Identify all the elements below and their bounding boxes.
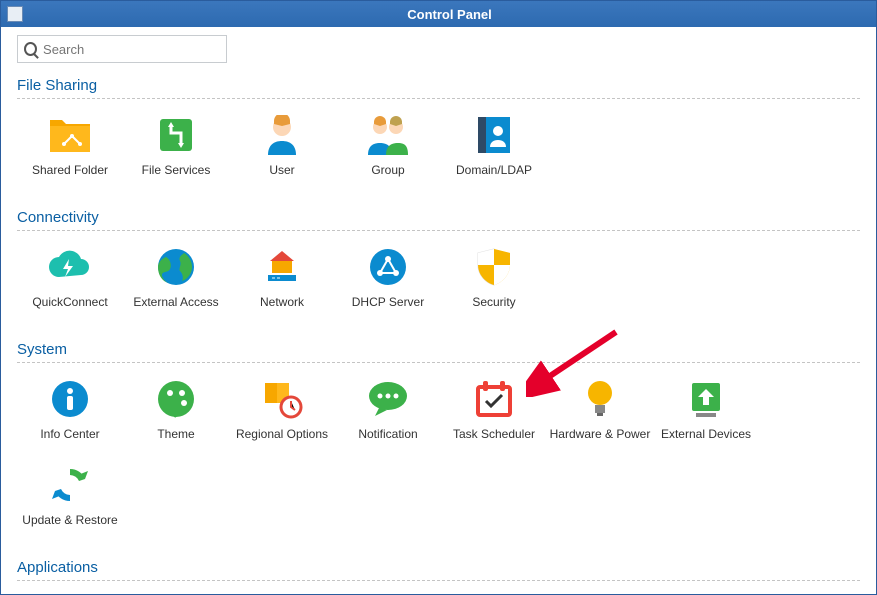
external-access-item[interactable]: External Access <box>123 241 229 327</box>
item-label: Network <box>260 295 304 325</box>
flag-clock-icon <box>258 375 306 423</box>
control-panel-window: Control Panel File Sharing Shared Folder… <box>0 0 877 595</box>
item-label: Update & Restore <box>22 513 117 543</box>
control-panel-icon <box>7 6 23 22</box>
info-center-item[interactable]: Info Center <box>17 373 123 459</box>
group-icon <box>364 111 412 159</box>
section-system-title: System <box>17 341 860 358</box>
terminal-snmp-item[interactable]: Terminal & SNMP <box>441 591 547 594</box>
search-icon <box>24 42 37 56</box>
item-label: Hardware & Power <box>550 427 651 457</box>
apps-lock-icon <box>46 593 94 594</box>
applications-grid: Privileges Application Portal Indexing S… <box>17 591 860 594</box>
shared-folder-item[interactable]: Shared Folder <box>17 109 123 195</box>
application-portal-item[interactable]: Application Portal <box>123 591 229 594</box>
item-label: File Services <box>142 163 211 193</box>
item-label: QuickConnect <box>32 295 107 325</box>
divider <box>17 362 860 363</box>
item-label: Task Scheduler <box>453 427 535 457</box>
window-title: Control Panel <box>29 7 870 22</box>
theme-item[interactable]: Theme <box>123 373 229 459</box>
palette-icon <box>152 375 200 423</box>
item-label: External Devices <box>661 427 751 457</box>
item-label: Group <box>371 163 404 193</box>
security-item[interactable]: Security <box>441 241 547 327</box>
item-label: User <box>269 163 294 193</box>
item-label: Regional Options <box>236 427 328 457</box>
task-scheduler-item[interactable]: Task Scheduler <box>441 373 547 459</box>
cloud-bolt-icon <box>46 243 94 291</box>
titlebar[interactable]: Control Panel <box>1 1 876 27</box>
divider <box>17 230 860 231</box>
globe-icon <box>152 243 200 291</box>
folder-sync-icon <box>364 593 412 594</box>
system-grid: Info Center Theme Regional Options Notif… <box>17 373 860 545</box>
item-label: Domain/LDAP <box>456 163 532 193</box>
network-item[interactable]: Network <box>229 241 335 327</box>
address-book-icon <box>470 111 518 159</box>
shield-icon <box>470 243 518 291</box>
sync-arrows-icon <box>46 461 94 509</box>
content-area: File Sharing Shared Folder File Services <box>1 27 876 594</box>
item-label: External Access <box>133 295 218 325</box>
dhcp-server-item[interactable]: DHCP Server <box>335 241 441 327</box>
domain-ldap-item[interactable]: Domain/LDAP <box>441 109 547 195</box>
quickconnect-item[interactable]: QuickConnect <box>17 241 123 327</box>
group-item[interactable]: Group <box>335 109 441 195</box>
search-box-icon <box>258 593 306 594</box>
privileges-item[interactable]: Privileges <box>17 591 123 594</box>
regional-options-item[interactable]: Regional Options <box>229 373 335 459</box>
section-applications-title: Applications <box>17 559 860 576</box>
shared-folder-sync-item[interactable]: Shared Folder Sync <box>335 591 441 594</box>
folder-share-icon <box>46 111 94 159</box>
file-services-item[interactable]: File Services <box>123 109 229 195</box>
speech-bubble-icon <box>364 375 412 423</box>
file-arrows-icon <box>152 111 200 159</box>
calendar-check-icon <box>470 375 518 423</box>
shortcut-icon <box>152 593 200 594</box>
info-icon <box>46 375 94 423</box>
user-icon <box>258 111 306 159</box>
item-label: Info Center <box>40 427 99 457</box>
lightbulb-icon <box>576 375 624 423</box>
indexing-service-item[interactable]: Indexing Service <box>229 591 335 594</box>
connectivity-grid: QuickConnect External Access Network DHC… <box>17 241 860 327</box>
network-nodes-icon <box>364 243 412 291</box>
section-connectivity-title: Connectivity <box>17 209 860 226</box>
upload-device-icon <box>682 375 730 423</box>
item-label: Theme <box>157 427 194 457</box>
notification-item[interactable]: Notification <box>335 373 441 459</box>
terminal-icon <box>470 593 518 594</box>
item-label: Notification <box>358 427 417 457</box>
search-input[interactable] <box>43 42 220 57</box>
divider <box>17 580 860 581</box>
external-devices-item[interactable]: External Devices <box>653 373 759 459</box>
item-label: Shared Folder <box>32 163 108 193</box>
section-file-sharing-title: File Sharing <box>17 77 860 94</box>
item-label: DHCP Server <box>352 295 424 325</box>
item-label: Security <box>472 295 515 325</box>
search-box[interactable] <box>17 35 227 63</box>
router-icon <box>258 243 306 291</box>
divider <box>17 98 860 99</box>
hardware-power-item[interactable]: Hardware & Power <box>547 373 653 459</box>
update-restore-item[interactable]: Update & Restore <box>17 459 123 545</box>
user-item[interactable]: User <box>229 109 335 195</box>
file-sharing-grid: Shared Folder File Services User Group <box>17 109 860 195</box>
